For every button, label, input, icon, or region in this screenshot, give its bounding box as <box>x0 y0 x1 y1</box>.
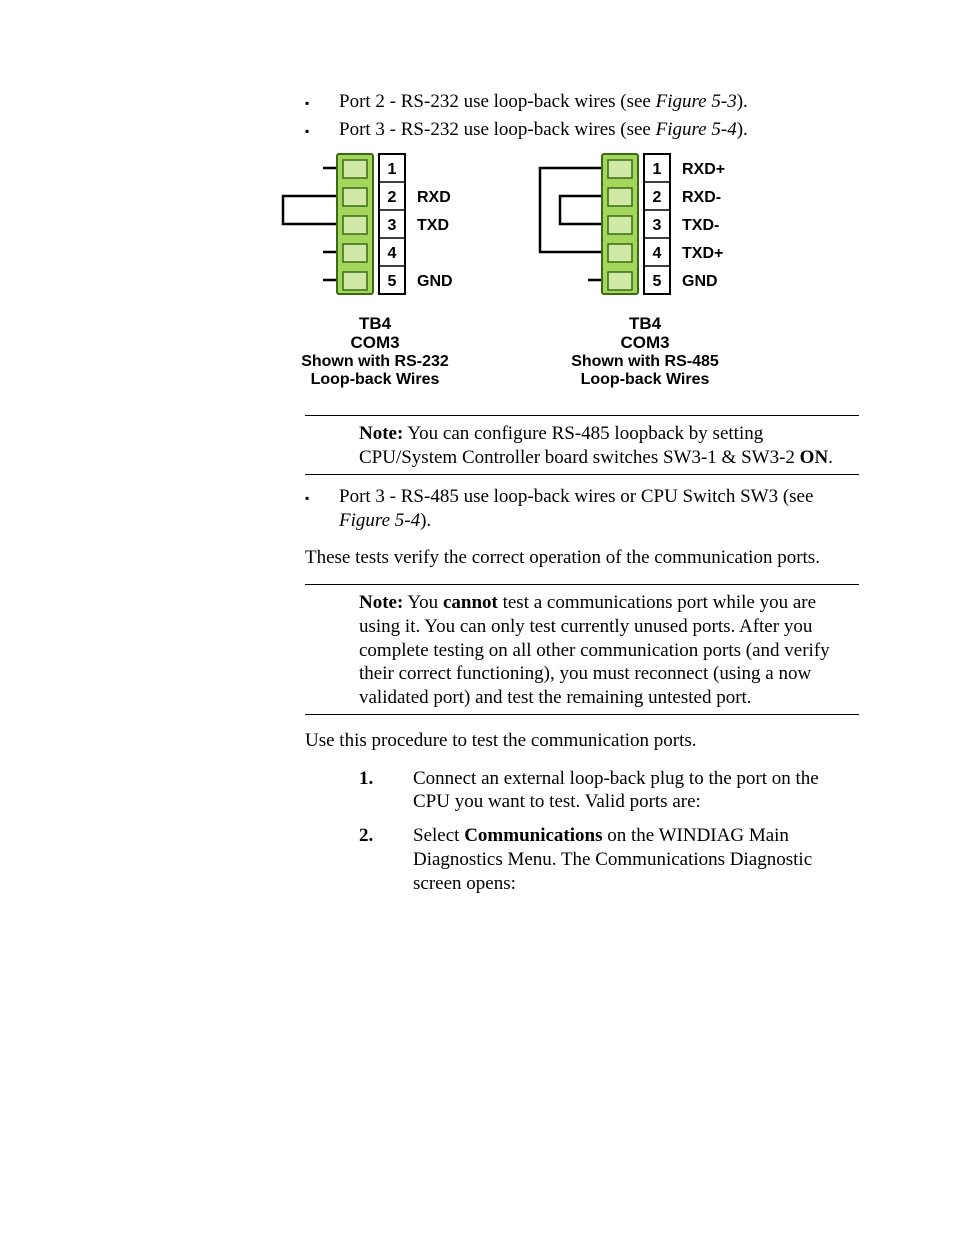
note-label: Note: <box>359 423 403 444</box>
bullet-icon: ▪ <box>305 120 339 139</box>
bullet-port3-rs485: ▪ Port 3 - RS-485 use loop-back wires or… <box>305 485 859 533</box>
bullet-port3: ▪ Port 3 - RS-232 use loop-back wires (s… <box>305 118 859 142</box>
bullet-text: Port 3 - RS-232 use loop-back wires (see… <box>339 118 859 142</box>
figure-ref: Figure 5-4 <box>339 510 420 531</box>
figure-ref: Figure 5-4 <box>656 119 737 140</box>
svg-text:1: 1 <box>653 161 662 178</box>
rs485-diagram: 1 2 3 4 5 RXD+ RXD- TXD- TXD+ GND <box>530 148 760 308</box>
switch-on-value: ON <box>800 447 829 468</box>
svg-text:1: 1 <box>388 161 397 178</box>
divider <box>305 714 859 715</box>
figure-rs232: 1 2 3 4 5 RXD TXD GND TB4 COM3 Shown wit… <box>265 148 485 390</box>
cannot-word: cannot <box>443 592 498 613</box>
svg-text:TXD-: TXD- <box>682 217 719 234</box>
step-body: Connect an external loop-back plug to th… <box>413 767 859 815</box>
step-body: Select Communications on the WINDIAG Mai… <box>413 824 859 895</box>
menu-item-communications: Communications <box>464 825 602 846</box>
note-cannot-test: Note: You cannot test a communications p… <box>305 585 859 714</box>
svg-text:2: 2 <box>388 189 397 206</box>
svg-text:5: 5 <box>388 273 397 290</box>
figure-caption: TB4 COM3 Shown with RS-232 Loop-back Wir… <box>265 314 485 390</box>
figure-caption: TB4 COM3 Shown with RS-485 Loop-back Wir… <box>525 314 765 390</box>
bullet-text: Port 3 - RS-485 use loop-back wires or C… <box>339 485 859 533</box>
svg-text:3: 3 <box>388 217 397 234</box>
procedure-intro: Use this procedure to test the communica… <box>305 729 859 753</box>
bullet-text: Port 2 - RS-232 use loop-back wires (see… <box>339 90 859 114</box>
svg-text:4: 4 <box>388 245 397 262</box>
svg-text:4: 4 <box>653 245 662 262</box>
svg-text:RXD-: RXD- <box>682 189 721 206</box>
body-column: ▪ Port 2 - RS-232 use loop-back wires (s… <box>305 90 859 895</box>
step-number: 1. <box>359 767 395 815</box>
rs232-diagram: 1 2 3 4 5 RXD TXD GND <box>275 148 475 308</box>
bullet-icon: ▪ <box>305 487 339 506</box>
step-2: 2. Select Communications on the WINDIAG … <box>359 824 859 895</box>
intro-text: These tests verify the correct operation… <box>305 546 859 570</box>
note-rs485-switch: Note: You can configure RS-485 loopback … <box>305 416 859 474</box>
step-number: 2. <box>359 824 395 895</box>
step-1: 1. Connect an external loop-back plug to… <box>359 767 859 815</box>
bullet-icon: ▪ <box>305 92 339 111</box>
figure-ref: Figure 5-3 <box>656 91 737 112</box>
svg-text:GND: GND <box>417 273 453 290</box>
svg-text:2: 2 <box>653 189 662 206</box>
svg-text:5: 5 <box>653 273 662 290</box>
svg-text:TXD+: TXD+ <box>682 245 723 262</box>
page: ▪ Port 2 - RS-232 use loop-back wires (s… <box>0 0 954 945</box>
note-label: Note: <box>359 592 403 613</box>
figure-row: 1 2 3 4 5 RXD TXD GND TB4 COM3 Shown wit… <box>265 148 859 390</box>
svg-text:GND: GND <box>682 273 718 290</box>
svg-text:RXD+: RXD+ <box>682 161 725 178</box>
svg-text:TXD: TXD <box>417 217 449 234</box>
divider <box>305 474 859 475</box>
bullet-port2: ▪ Port 2 - RS-232 use loop-back wires (s… <box>305 90 859 114</box>
svg-text:3: 3 <box>653 217 662 234</box>
svg-text:RXD: RXD <box>417 189 451 206</box>
figure-rs485: 1 2 3 4 5 RXD+ RXD- TXD- TXD+ GND TB4 CO… <box>525 148 765 390</box>
